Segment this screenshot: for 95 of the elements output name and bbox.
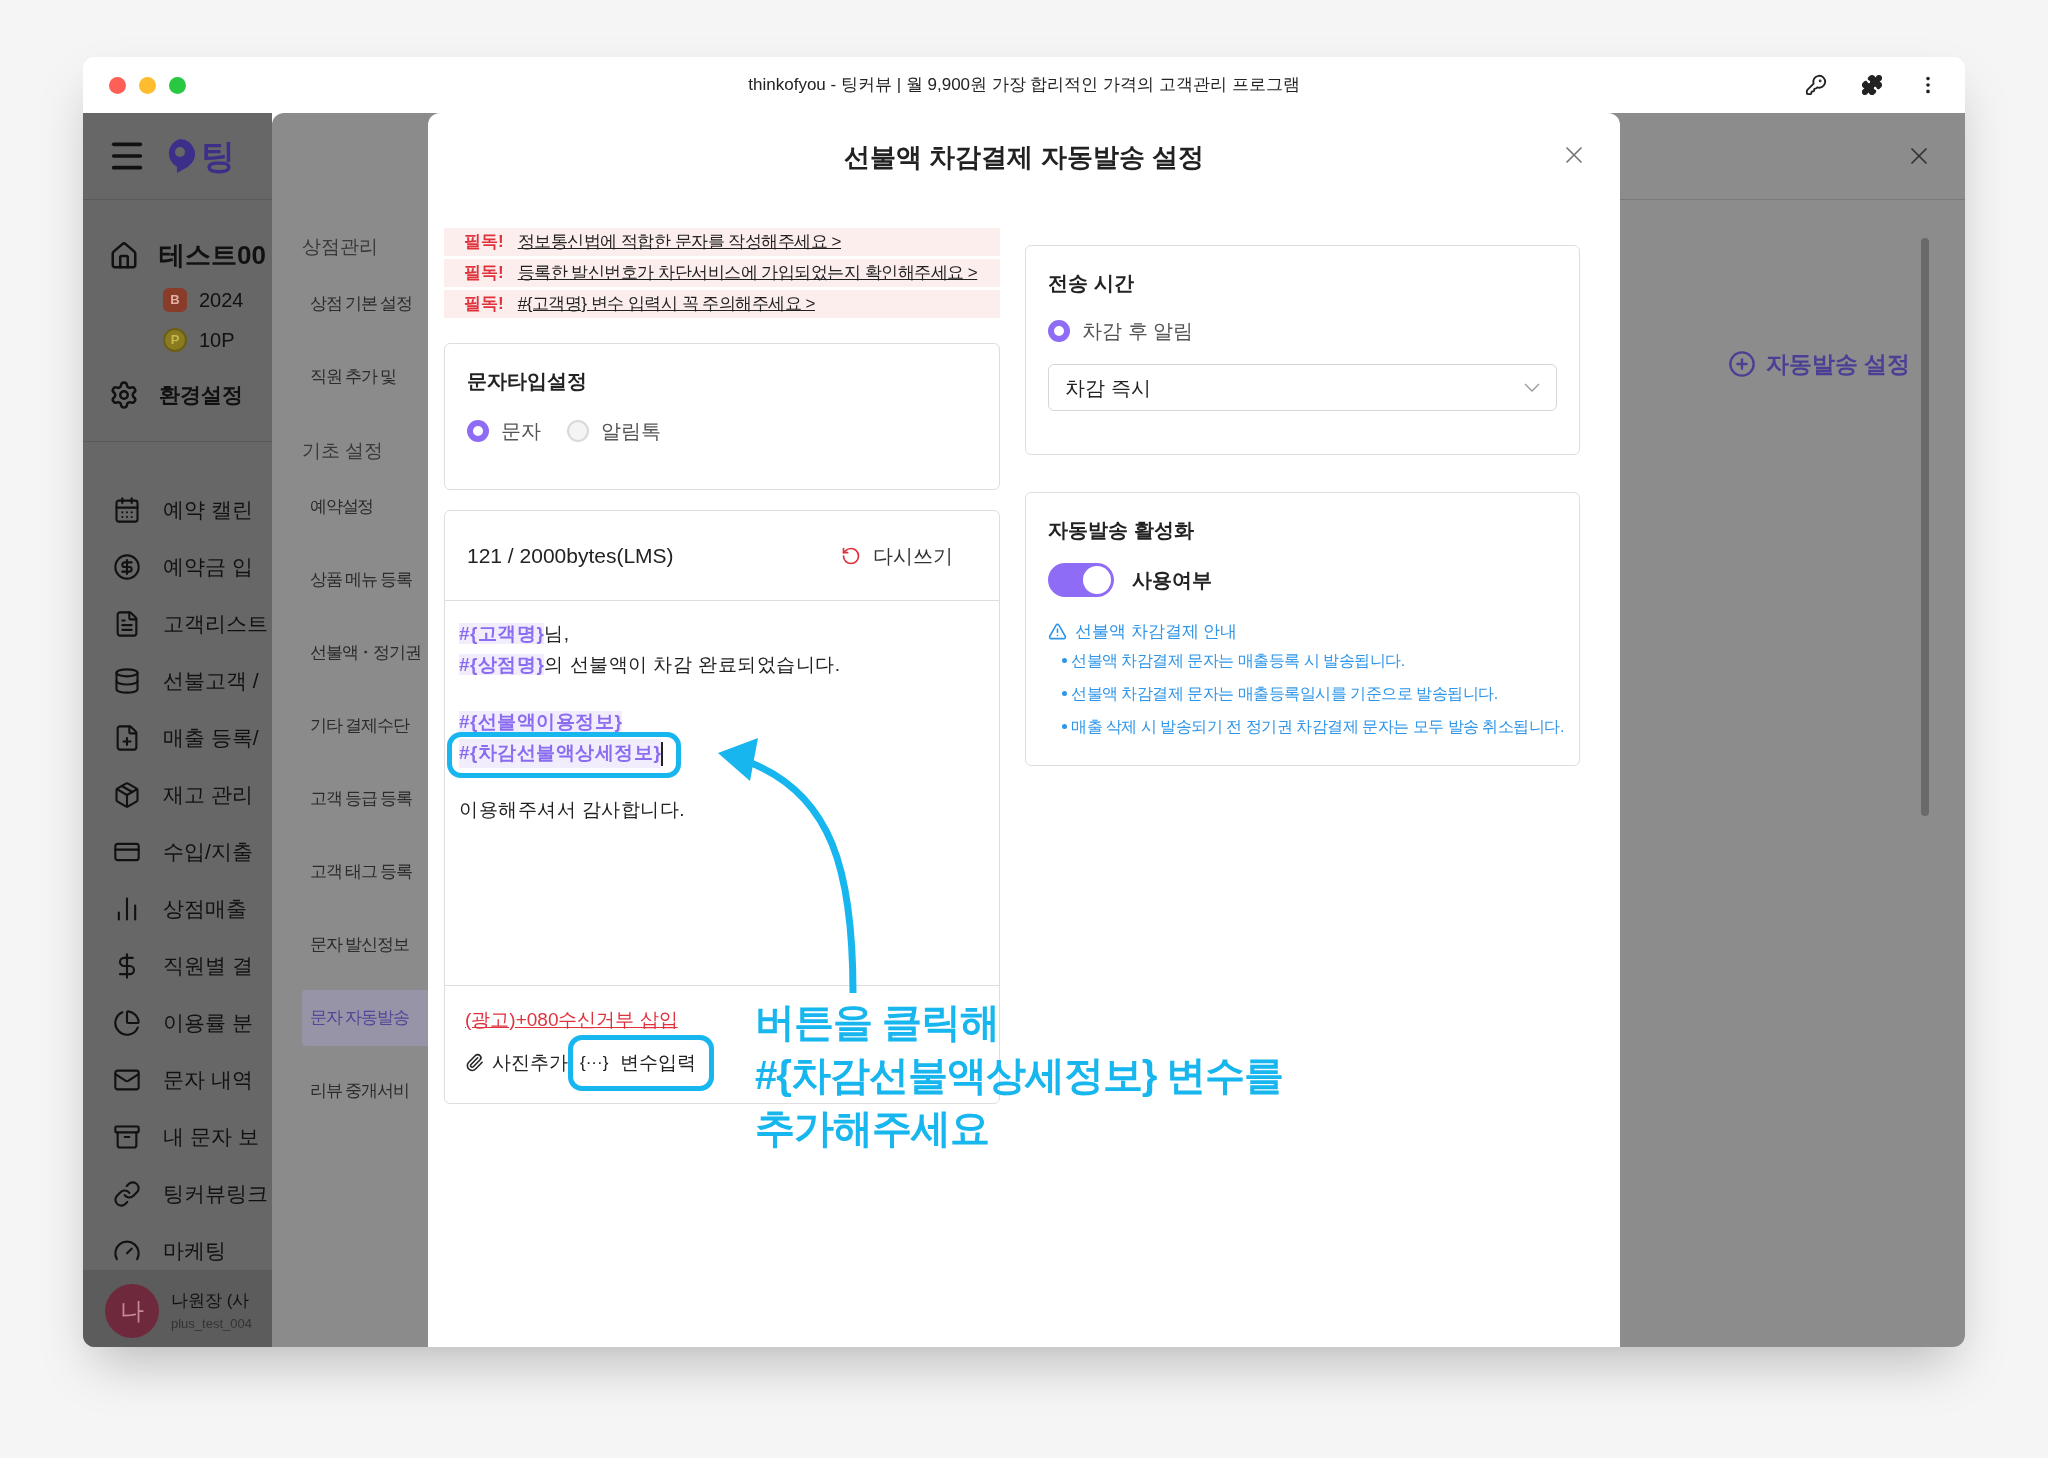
timing-select[interactable]: 차감 즉시 xyxy=(1048,364,1557,411)
sidebar-item[interactable]: 이용률 분 xyxy=(113,1004,272,1042)
submenu-item[interactable]: 상품 메뉴 등록 xyxy=(302,552,428,608)
text-cursor xyxy=(661,741,664,766)
calendar-icon xyxy=(113,496,141,524)
sidebar-item[interactable]: 수입/지출 xyxy=(113,833,272,871)
rewrite-button[interactable]: 다시쓰기 xyxy=(841,540,977,571)
sidebar-item[interactable]: 문자 내역 xyxy=(113,1061,272,1099)
settings-icon[interactable] xyxy=(109,379,139,410)
undo-icon xyxy=(841,545,861,566)
variable-tag: #{차감선불액상세정보} xyxy=(459,739,662,768)
submenu-item[interactable]: 문자 발신정보 xyxy=(302,917,428,973)
variable-tag: #{고객명} xyxy=(459,623,545,645)
radio-label[interactable]: 차감 후 알림 xyxy=(1082,316,1194,346)
bullet-icon xyxy=(1062,691,1067,696)
point-badge: P xyxy=(163,328,187,352)
sidebar-item[interactable]: 고객리스트 xyxy=(113,605,272,643)
sidebar-item[interactable]: 예약 캘린 xyxy=(113,491,272,529)
store-name: 테스트00 xyxy=(159,239,266,272)
archive-icon xyxy=(113,1123,141,1151)
variable-tag: #{상점명} xyxy=(459,654,545,676)
insert-variable-button[interactable]: {···} 변수입력 xyxy=(578,1048,699,1077)
submenu-item[interactable]: 문자 자동발송 xyxy=(302,990,428,1046)
radio-label[interactable]: 문자 xyxy=(501,416,541,446)
toggle-switch[interactable] xyxy=(1048,563,1114,597)
add-photo-button[interactable]: 사진추가 xyxy=(465,1048,568,1077)
submenu-item[interactable]: 선불액・정기권 xyxy=(302,625,428,681)
dollar-coin-icon xyxy=(113,553,141,581)
message-text: 님, xyxy=(544,622,570,647)
submenu-item[interactable]: 예약설정 xyxy=(302,479,428,535)
warning-icon xyxy=(1048,622,1067,642)
notice-tag: 필독! xyxy=(464,260,504,286)
paperclip-icon xyxy=(465,1053,484,1073)
modal-title: 선불액 차감결제 자동발송 설정 xyxy=(844,140,1204,174)
bullet-icon xyxy=(1062,658,1067,663)
sidebar-item[interactable]: 매출 등록/ xyxy=(113,719,272,757)
database-icon xyxy=(113,667,141,695)
info-text: 매출 삭제 시 발송되기 전 정기권 차감결제 문자는 모두 발송 취소됩니다. xyxy=(1071,716,1564,737)
notice-link[interactable]: 정보통신법에 적합한 문자를 작성해주세요 > xyxy=(517,229,841,255)
notice-link[interactable]: 등록한 발신번호가 차단서비스에 가입되었는지 확인해주세요 > xyxy=(517,260,978,286)
key-icon[interactable] xyxy=(1805,74,1827,96)
add-auto-send-button[interactable]: 자동발송 설정 xyxy=(1727,347,1910,382)
home-icon[interactable] xyxy=(109,240,139,271)
byte-counter: 121 / 2000bytes(LMS) xyxy=(467,542,674,569)
notice-tag: 필독! xyxy=(464,229,504,255)
submenu-item[interactable]: 리뷰 중개서비 xyxy=(302,1063,428,1119)
logo-text: 팅 xyxy=(201,135,235,177)
box-icon xyxy=(113,781,141,809)
badge-text: 2024 xyxy=(199,288,244,313)
message-editor[interactable]: #{고객명}님, #{상점명}의 선불액이 차감 완료되었습니다. #{선불액이용정보} #{차감선불액상세정보} 이용해주셔서 감사합니다. xyxy=(445,601,999,986)
chevron-down-icon xyxy=(1524,383,1540,392)
sidebar-item[interactable]: 선불고객 / xyxy=(113,662,272,700)
radio-label[interactable]: 알림톡 xyxy=(601,416,661,446)
plus-circle-icon xyxy=(1727,350,1756,379)
card-title: 전송 시간 xyxy=(1048,271,1135,296)
variable-tag: #{선불액이용정보} xyxy=(459,711,623,733)
toggle-label: 사용여부 xyxy=(1132,568,1212,593)
link-icon xyxy=(113,1180,141,1208)
submenu-item[interactable]: 고객 태그 등록 xyxy=(302,844,428,900)
sidebar-item[interactable]: 상점매출 xyxy=(113,890,272,928)
sidebar-item[interactable]: 직원별 결 xyxy=(113,947,272,985)
submenu-item[interactable]: 직원 추가 및 xyxy=(302,348,428,405)
radio-button[interactable] xyxy=(467,420,489,442)
section-title: 기초 설정 xyxy=(301,438,385,463)
section-title: 상점관리 xyxy=(301,235,379,259)
extension-icon[interactable] xyxy=(1861,74,1883,96)
pie-chart-icon xyxy=(113,1009,141,1037)
badge-text: 10P xyxy=(199,328,235,353)
sidebar-item[interactable]: 마케팅 xyxy=(113,1232,272,1270)
settings-label[interactable]: 환경설정 xyxy=(159,379,243,411)
sidebar-item[interactable]: 팅커뷰링크 xyxy=(113,1175,272,1213)
submenu-item[interactable]: 상점 기본 설정 xyxy=(302,275,428,332)
message-text: 의 선불액이 차감 완료되었습니다. xyxy=(544,653,841,678)
info-text: 선불액 차감결제 문자는 매출등록 시 발송됩니다. xyxy=(1071,650,1405,671)
info-text: 선불액 차감결제 문자는 매출등록일시를 기준으로 발송됩니다. xyxy=(1071,683,1498,704)
notice-tag: 필독! xyxy=(464,291,504,317)
radio-button[interactable] xyxy=(1048,320,1070,342)
avatar: 나 xyxy=(105,1283,159,1338)
annotation-text: 버튼을 클릭해 #{차감선불액상세정보} 변수를 추가해주세요 xyxy=(755,999,1284,1152)
info-title: 선불액 차감결제 안내 xyxy=(1075,621,1238,643)
ad-optout-link[interactable]: (광고)+080수신거부 삽입 xyxy=(465,1006,678,1035)
sidebar-item[interactable]: 내 문자 보 xyxy=(113,1118,272,1156)
window-title: thinkofyou - 팅커뷰 | 월 9,900원 가장 합리적인 가격의 고객관리 프로그램 xyxy=(747,74,1301,97)
bullet-icon xyxy=(1062,724,1067,729)
submenu-item[interactable]: 기타 결제수단 xyxy=(302,698,428,754)
card-title: 자동발송 활성화 xyxy=(1048,518,1195,543)
message-text: 이용해주셔서 감사합니다. xyxy=(459,798,686,823)
card-title: 문자타입설정 xyxy=(467,369,588,394)
braces-icon: {···} xyxy=(580,1050,609,1076)
submenu-item[interactable]: 고객 등급 등록 xyxy=(302,771,428,827)
grade-badge: B xyxy=(163,288,187,312)
user-name: 나원장 (사 xyxy=(171,1290,251,1312)
notice-link[interactable]: #{고객명} 변수 입력시 꼭 주의해주세요 > xyxy=(517,291,816,317)
sidebar-item[interactable]: 예약금 입 xyxy=(113,548,272,586)
sidebar-item[interactable]: 재고 관리 xyxy=(113,776,272,814)
